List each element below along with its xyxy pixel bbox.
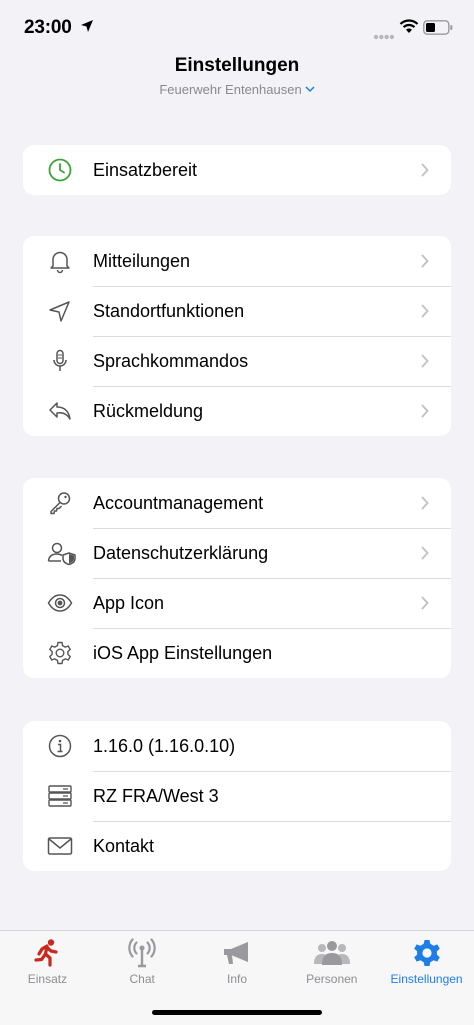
settings-row-standortfunktionen[interactable]: Standortfunktionen [23,286,451,336]
page-title: Einstellungen [174,55,300,76]
row-label: 1.16.0 (1.16.0.10) [93,736,236,756]
settings-row-version: 1.16.0 (1.16.0.10) [23,721,451,771]
envelope-icon [47,833,73,859]
status-bar: 23:00 [0,0,474,56]
eye-icon [47,590,73,616]
reply-arrow-icon [47,398,73,424]
settings-group-about: 1.16.0 (1.16.0.10) RZ FRA/West 3 Kontakt [23,721,451,871]
row-label: Kontakt [93,836,155,856]
row-label: iOS App Einstellungen [93,643,273,663]
tab-label: Personen [306,972,358,986]
chevron-down-icon [305,81,315,96]
organization-selector[interactable]: Feuerwehr Entenhausen [0,81,474,97]
organization-name: Feuerwehr Entenhausen [159,82,302,97]
chevron-right-icon [421,254,429,273]
settings-row-app-icon[interactable]: App Icon [23,578,451,628]
cellular-signal-icon [373,27,395,45]
status-time: 23:00 [24,17,72,38]
tab-personen[interactable]: Personen [284,931,379,1001]
gear-icon [47,640,73,666]
settings-group-account: Accountmanagement Datenschutzerklärung A… [23,478,451,678]
chevron-right-icon [421,163,429,182]
tab-einsatz[interactable]: Einsatz [0,931,95,1001]
settings-row-sprachkommandos[interactable]: Sprachkommandos [23,336,451,386]
info-icon [47,733,73,759]
chevron-right-icon [421,404,429,423]
running-person-icon [32,938,62,973]
tab-label: Chat [129,972,155,986]
row-label: Accountmanagement [93,493,264,513]
home-indicator[interactable] [152,1010,322,1015]
chevron-right-icon [421,304,429,323]
row-label: Datenschutzerklärung [93,543,269,563]
server-icon [47,783,73,809]
chevron-right-icon [421,496,429,515]
tab-label: Einsatz [27,972,68,986]
tab-label: Info [226,972,247,986]
key-icon [47,490,73,516]
gear-icon [412,938,442,973]
row-label: Standortfunktionen [93,301,245,321]
people-icon [313,938,351,973]
settings-row-rueckmeldung[interactable]: Rückmeldung [23,386,451,436]
row-label: RZ FRA/West 3 [93,786,219,806]
bell-icon [47,248,73,274]
tab-label: Einstellungen [390,972,463,986]
tab-einstellungen[interactable]: Einstellungen [379,931,474,1001]
settings-row-kontakt[interactable]: Kontakt [23,821,451,871]
battery-icon [423,20,453,40]
user-shield-icon [47,540,76,566]
clock-icon [47,157,73,183]
tab-chat[interactable]: Chat [95,931,190,1001]
settings-group-features: Mitteilungen Standortfunktionen Sprachko… [23,236,451,436]
location-services-icon [80,19,94,38]
megaphone-icon [221,938,253,973]
settings-row-einsatzbereit[interactable]: Einsatzbereit [23,145,451,195]
row-label: Rückmeldung [93,401,204,421]
row-label: Sprachkommandos [93,351,249,371]
settings-row-accountmanagement[interactable]: Accountmanagement [23,478,451,528]
tab-info[interactable]: Info [190,931,285,1001]
settings-row-ios-einstellungen[interactable]: iOS App Einstellungen [23,628,451,678]
row-label: Mitteilungen [93,251,191,271]
chevron-right-icon [421,596,429,615]
microphone-icon [47,348,73,374]
settings-row-datacenter: RZ FRA/West 3 [23,771,451,821]
settings-row-datenschutz[interactable]: Datenschutzerklärung [23,528,451,578]
location-arrow-icon [47,298,73,324]
antenna-icon [126,938,158,973]
row-label: App Icon [93,593,165,613]
chevron-right-icon [421,354,429,373]
settings-group-status: Einsatzbereit [23,145,451,195]
chevron-right-icon [421,546,429,565]
settings-row-mitteilungen[interactable]: Mitteilungen [23,236,451,286]
wifi-icon [399,19,419,39]
row-label: Einsatzbereit [93,160,198,180]
